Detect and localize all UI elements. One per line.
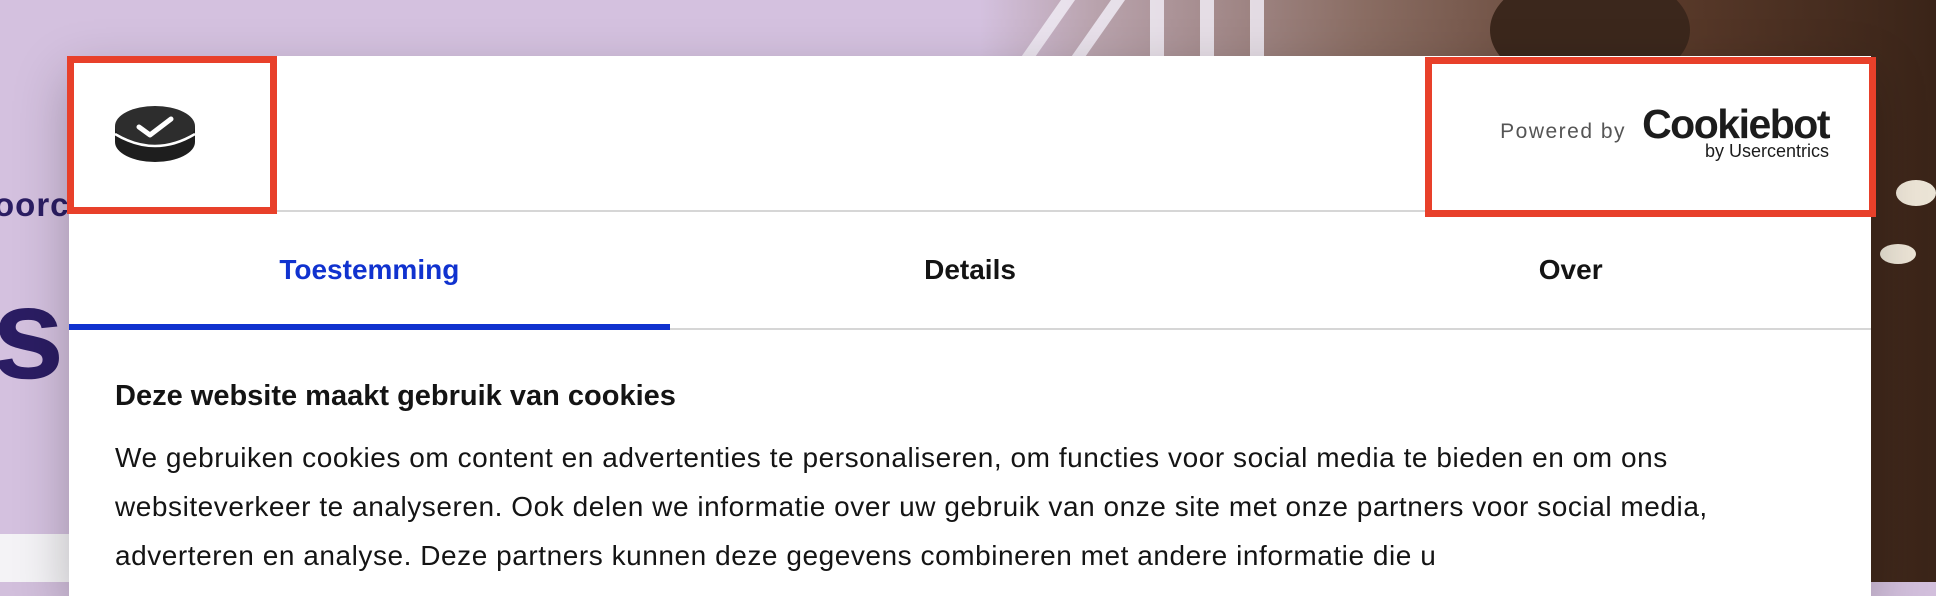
tab-details[interactable]: Details	[670, 212, 1271, 328]
background-text-small: oorc	[0, 186, 70, 223]
dialog-content: Deze website maakt gebruik van cookies W…	[69, 330, 1871, 580]
tab-toestemming[interactable]: Toestemming	[69, 212, 670, 330]
highlight-box-powered-by	[1425, 57, 1876, 217]
background-railing	[1150, 0, 1164, 60]
background-light	[1880, 244, 1916, 264]
dialog-heading: Deze website maakt gebruik van cookies	[115, 380, 676, 412]
dialog-body-text: We gebruiken cookies om content en adver…	[115, 442, 1708, 571]
dialog-tabs: Toestemming Details Over	[69, 212, 1871, 330]
background-railing	[1250, 0, 1264, 60]
background-railing	[1200, 0, 1214, 60]
background-light	[1896, 180, 1936, 206]
highlight-box-logo	[67, 56, 277, 214]
tab-over[interactable]: Over	[1270, 212, 1871, 328]
